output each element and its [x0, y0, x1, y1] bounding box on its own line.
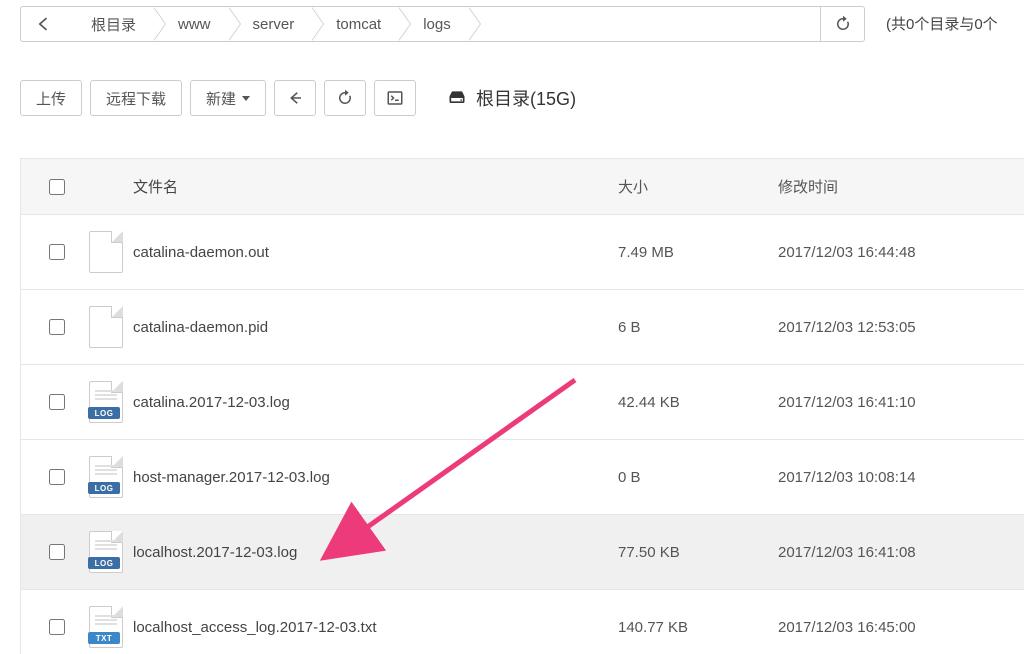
file-date: 2017/12/03 10:08:14	[778, 469, 1008, 486]
row-check-cell	[33, 466, 79, 488]
row-checkbox[interactable]	[49, 319, 65, 335]
file-icon-cell: TXT	[79, 606, 133, 648]
col-size[interactable]: 大小	[618, 176, 778, 197]
new-dropdown[interactable]: 新建	[190, 80, 266, 116]
row-check-cell	[33, 241, 79, 263]
file-size: 42.44 KB	[618, 394, 778, 411]
select-all-cell	[33, 176, 79, 198]
file-size: 140.77 KB	[618, 619, 778, 636]
table-header: 文件名 大小 修改时间	[21, 159, 1024, 215]
select-all-checkbox[interactable]	[49, 179, 65, 195]
terminal-button[interactable]	[374, 80, 416, 116]
file-date: 2017/12/03 16:41:08	[778, 544, 1008, 561]
table-row[interactable]: TXT localhost_access_log.2017-12-03.txt14…	[21, 590, 1024, 654]
count-info: (共0个目录与0个	[886, 13, 998, 34]
row-check-cell	[33, 316, 79, 338]
col-name[interactable]: 文件名	[133, 176, 618, 197]
table-row[interactable]: catalina-daemon.out7.49 MB2017/12/03 16:…	[21, 215, 1024, 290]
table-row[interactable]: catalina-daemon.pid6 B2017/12/03 12:53:0…	[21, 290, 1024, 365]
upload-button[interactable]: 上传	[20, 80, 82, 116]
file-icon-cell	[79, 306, 133, 348]
file-date: 2017/12/03 12:53:05	[778, 319, 1008, 336]
log-file-icon: LOG	[89, 531, 123, 573]
file-name[interactable]: localhost.2017-12-03.log	[133, 544, 618, 561]
file-name[interactable]: catalina-daemon.out	[133, 244, 618, 261]
file-name[interactable]: localhost_access_log.2017-12-03.txt	[133, 619, 618, 636]
breadcrumb-item[interactable]: server	[229, 7, 313, 41]
breadcrumb-item[interactable]: tomcat	[312, 7, 399, 41]
nav-back-button[interactable]	[274, 80, 316, 116]
log-file-icon: LOG	[89, 456, 123, 498]
file-date: 2017/12/03 16:44:48	[778, 244, 1008, 261]
row-check-cell	[33, 541, 79, 563]
file-size: 77.50 KB	[618, 544, 778, 561]
file-icon-cell: LOG	[79, 381, 133, 423]
file-file-icon	[89, 306, 123, 348]
file-size: 0 B	[618, 469, 778, 486]
hdd-icon	[446, 88, 468, 108]
arrow-left-icon	[286, 89, 304, 107]
txt-file-icon: TXT	[89, 606, 123, 648]
file-list: 文件名 大小 修改时间 catalina-daemon.out7.49 MB20…	[20, 158, 1024, 654]
log-file-icon: LOG	[89, 381, 123, 423]
refresh-path-button[interactable]	[820, 7, 864, 41]
remote-download-button[interactable]: 远程下载	[90, 80, 182, 116]
file-name[interactable]: host-manager.2017-12-03.log	[133, 469, 618, 486]
row-check-cell	[33, 391, 79, 413]
file-icon-cell: LOG	[79, 456, 133, 498]
col-date[interactable]: 修改时间	[778, 176, 1008, 197]
disk-info: 根目录(15G)	[446, 85, 576, 111]
toolbar: 上传 远程下载 新建 根目录(15G)	[20, 78, 576, 118]
table-row[interactable]: LOG host-manager.2017-12-03.log0 B2017/12…	[21, 440, 1024, 515]
refresh-button[interactable]	[324, 80, 366, 116]
table-row[interactable]: LOG localhost.2017-12-03.log77.50 KB2017/…	[21, 515, 1024, 590]
file-icon-cell: LOG	[79, 531, 133, 573]
row-checkbox[interactable]	[49, 544, 65, 560]
table-row[interactable]: LOG catalina.2017-12-03.log42.44 KB2017/1…	[21, 365, 1024, 440]
back-button[interactable]	[21, 7, 67, 41]
chevron-down-icon	[242, 96, 250, 101]
new-label: 新建	[206, 88, 236, 109]
refresh-icon	[336, 89, 354, 107]
terminal-icon	[386, 89, 404, 107]
file-name[interactable]: catalina.2017-12-03.log	[133, 394, 618, 411]
file-date: 2017/12/03 16:41:10	[778, 394, 1008, 411]
file-file-icon	[89, 231, 123, 273]
row-checkbox[interactable]	[49, 394, 65, 410]
arrow-left-icon	[34, 14, 54, 34]
file-name[interactable]: catalina-daemon.pid	[133, 319, 618, 336]
file-size: 7.49 MB	[618, 244, 778, 261]
file-size: 6 B	[618, 319, 778, 336]
file-date: 2017/12/03 16:45:00	[778, 619, 1008, 636]
breadcrumb-root[interactable]: 根目录	[67, 7, 154, 41]
row-checkbox[interactable]	[49, 469, 65, 485]
refresh-icon	[834, 15, 852, 33]
file-icon-cell	[79, 231, 133, 273]
row-checkbox[interactable]	[49, 244, 65, 260]
row-check-cell	[33, 616, 79, 638]
row-checkbox[interactable]	[49, 619, 65, 635]
disk-label: 根目录(15G)	[476, 85, 576, 111]
breadcrumb-bar: 根目录 www server tomcat logs	[20, 6, 865, 42]
